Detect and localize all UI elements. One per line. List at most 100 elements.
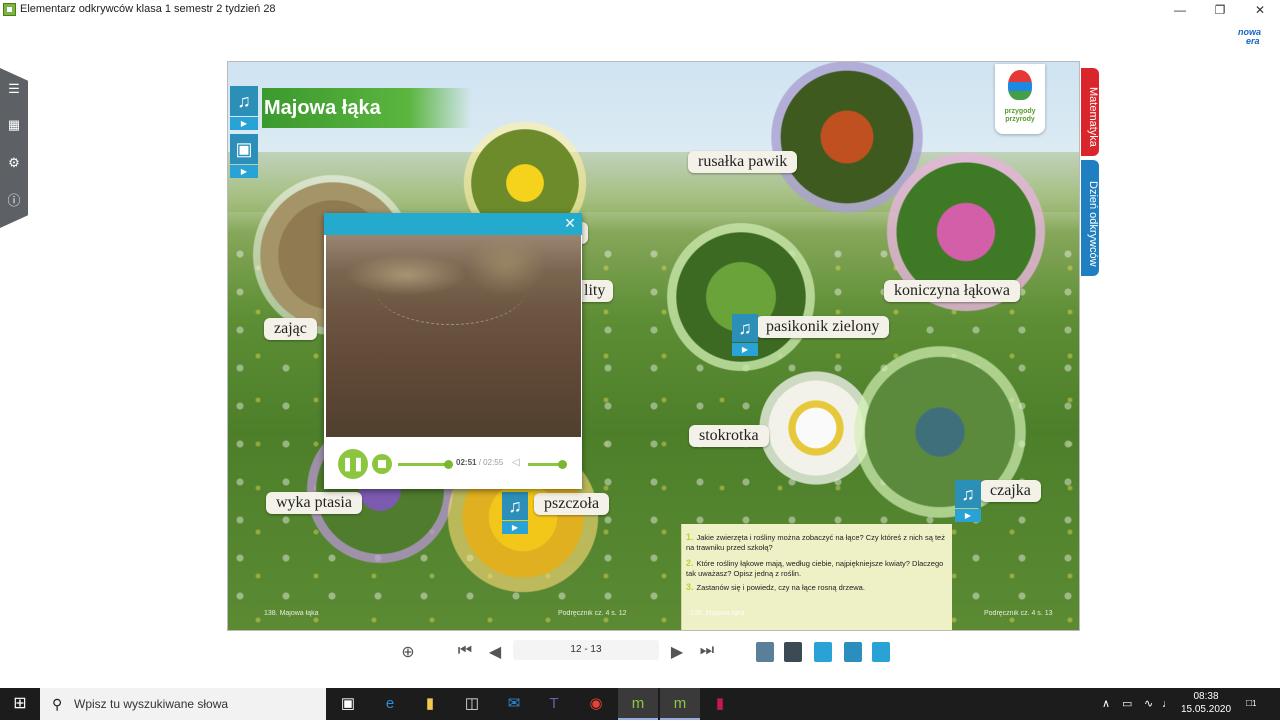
play-icon: ▶ bbox=[230, 165, 258, 178]
label-stokrotka[interactable]: stokrotka bbox=[689, 425, 769, 447]
tray-chevron-icon[interactable]: ∧ bbox=[1102, 688, 1110, 720]
close-button[interactable]: ✕ bbox=[1240, 0, 1280, 20]
previous-page-icon[interactable]: ◀ bbox=[484, 642, 506, 662]
current-time: 02:51 bbox=[456, 458, 477, 467]
publisher-logo: nowa era bbox=[1238, 28, 1272, 50]
left-toolbar: ☰ ▦ ⚙ ⓘ bbox=[0, 68, 28, 228]
grasshopper-audio-button[interactable]: ♫ ▶ bbox=[732, 314, 758, 356]
question-number: 1. bbox=[686, 532, 694, 542]
label-czajka[interactable]: czajka bbox=[980, 480, 1041, 502]
binoculars-icon[interactable] bbox=[756, 642, 774, 662]
teams-icon[interactable]: T bbox=[534, 688, 574, 720]
maximize-button[interactable]: ❐ bbox=[1200, 0, 1240, 20]
clock[interactable]: 08:38 15.05.2020 bbox=[1178, 690, 1234, 716]
stop-button[interactable] bbox=[372, 454, 392, 474]
media-app-icon[interactable]: ▮ bbox=[700, 688, 740, 720]
taskbar-search[interactable]: ⚲ Wpisz tu wyszukiwane słowa bbox=[40, 688, 326, 720]
taskbar: ⊞ ⚲ Wpisz tu wyszukiwane słowa ▣ e ▮ ◫ ✉… bbox=[0, 688, 1280, 720]
page-title: Majowa łąka bbox=[262, 88, 472, 128]
label-rusalka-pawik[interactable]: rusałka pawik bbox=[688, 151, 798, 173]
page-title-text: Majowa łąka bbox=[264, 97, 381, 119]
music-note-icon: ♫ bbox=[732, 314, 758, 342]
close-icon[interactable]: ✕ bbox=[562, 215, 578, 231]
mail-icon[interactable]: ✉ bbox=[494, 688, 534, 720]
question-text: Które rośliny łąkowe mają, według ciebie… bbox=[686, 559, 944, 578]
parrot-icon bbox=[1008, 70, 1032, 100]
label-pszczola[interactable]: pszczoła bbox=[534, 493, 610, 515]
next-page-icon[interactable]: ▶ bbox=[666, 642, 688, 662]
play-icon: ▶ bbox=[230, 117, 258, 130]
label-pasikonik-zielony[interactable]: pasikonik zielony bbox=[756, 316, 890, 338]
question-number: 2. bbox=[686, 558, 694, 568]
music-note-icon: ♫ bbox=[955, 480, 981, 508]
task-view-icon[interactable]: ▣ bbox=[328, 688, 368, 720]
przygody-przyrody-badge: przygody przyrody bbox=[995, 64, 1045, 134]
label-koniczyna-lakowa[interactable]: koniczyna łąkowa bbox=[884, 280, 1020, 302]
volume-handle[interactable] bbox=[558, 460, 567, 469]
gear-icon[interactable]: ⚙ bbox=[5, 154, 23, 172]
table-of-contents-icon[interactable]: ☰ bbox=[5, 80, 23, 98]
bee-audio-button[interactable]: ♫ ▶ bbox=[502, 492, 528, 534]
ebook-app-icon-2[interactable]: m bbox=[660, 688, 700, 720]
question-text: Zastanów się i powiedz, czy na łące rosn… bbox=[696, 583, 865, 592]
logo-line2: era bbox=[1246, 36, 1260, 46]
lapwing-audio-button[interactable]: ♫ ▶ bbox=[955, 480, 981, 522]
label-wyka-ptasia[interactable]: wyka ptasia bbox=[266, 492, 362, 514]
music-note-icon: ♫ bbox=[502, 492, 528, 520]
grid-view-icon[interactable] bbox=[872, 642, 890, 662]
window-title: Elementarz odkrywców klasa 1 semestr 2 t… bbox=[20, 3, 276, 15]
first-page-icon[interactable]: ⏮ bbox=[454, 642, 476, 660]
label-zajac[interactable]: zając bbox=[264, 318, 317, 340]
wifi-icon[interactable]: ∿ bbox=[1144, 688, 1153, 720]
footer-mid2: 138. Majowa łąka bbox=[690, 610, 745, 617]
clock-date: 15.05.2020 bbox=[1180, 704, 1232, 715]
question-number: 3. bbox=[686, 582, 694, 592]
windows-start-icon[interactable]: ⊞ bbox=[0, 688, 40, 720]
video-button[interactable]: ▣ ▶ bbox=[230, 134, 258, 178]
tab-dzien-odkrywcow[interactable]: Dzień odkrywców bbox=[1081, 160, 1099, 276]
page-number-field[interactable]: 12 - 13 bbox=[513, 640, 659, 660]
pause-button[interactable]: ❚❚ bbox=[338, 449, 368, 479]
audio-button[interactable]: ♫ ▶ bbox=[230, 86, 258, 130]
notes-icon[interactable] bbox=[814, 642, 832, 662]
app-window: Elementarz odkrywców klasa 1 semestr 2 t… bbox=[0, 0, 1280, 688]
zoom-in-icon[interactable]: ⊕ bbox=[397, 642, 419, 662]
film-icon: ▣ bbox=[230, 134, 258, 164]
chrome-icon[interactable]: ◉ bbox=[576, 688, 616, 720]
footer-mid: Podręcznik cz. 4 s. 12 bbox=[558, 610, 627, 617]
question-2: 2. Które rośliny łąkowe mają, według cieb… bbox=[686, 558, 948, 579]
zoom-page-icon[interactable]: ▦ bbox=[5, 116, 23, 134]
volume-icon[interactable]: ◁ bbox=[512, 457, 520, 468]
time-display: 02:51 / 02:55 bbox=[456, 458, 503, 467]
badge-text: przygody przyrody bbox=[1004, 108, 1036, 123]
video-frame[interactable] bbox=[326, 235, 581, 437]
seek-handle[interactable] bbox=[444, 460, 453, 469]
video-popup: ✕ ❚❚ 02:51 / 02:55 ◁ bbox=[324, 213, 582, 489]
seek-bar[interactable] bbox=[398, 463, 446, 466]
minimize-button[interactable]: — bbox=[1160, 0, 1200, 20]
popup-header: ✕ bbox=[324, 213, 582, 235]
battery-icon[interactable]: ▭ bbox=[1122, 688, 1132, 720]
file-explorer-icon[interactable]: ▮ bbox=[410, 688, 450, 720]
store-icon[interactable]: ◫ bbox=[452, 688, 492, 720]
video-content bbox=[376, 255, 526, 325]
question-3: 3. Zastanów się i powiedz, czy na łące ro… bbox=[686, 582, 948, 593]
edge-icon[interactable]: e bbox=[370, 688, 410, 720]
last-page-icon[interactable]: ⏭ bbox=[696, 642, 718, 660]
clock-time: 08:38 bbox=[1193, 691, 1219, 702]
pencil-icon[interactable] bbox=[844, 642, 862, 662]
bookmark-icon[interactable] bbox=[784, 642, 802, 662]
ebook-app-icon[interactable]: m bbox=[618, 688, 658, 720]
notifications-icon[interactable]: □1 bbox=[1246, 688, 1257, 720]
time-separator: / bbox=[478, 458, 481, 467]
player-controls: ❚❚ 02:51 / 02:55 ◁ bbox=[324, 439, 582, 489]
notification-count: 1 bbox=[1252, 699, 1257, 708]
footer-left: 138. Majowa łąka bbox=[264, 610, 319, 617]
volume-bar[interactable] bbox=[528, 463, 562, 466]
play-icon: ▶ bbox=[502, 521, 528, 534]
info-icon[interactable]: ⓘ bbox=[5, 192, 23, 210]
tab-matematyka[interactable]: Matematyka bbox=[1081, 68, 1099, 156]
question-text: Jakie zwierzęta i rośliny można zobaczyć… bbox=[686, 533, 945, 552]
speaker-icon[interactable]: ♩ bbox=[1162, 688, 1173, 720]
total-time: 02:55 bbox=[483, 458, 504, 467]
